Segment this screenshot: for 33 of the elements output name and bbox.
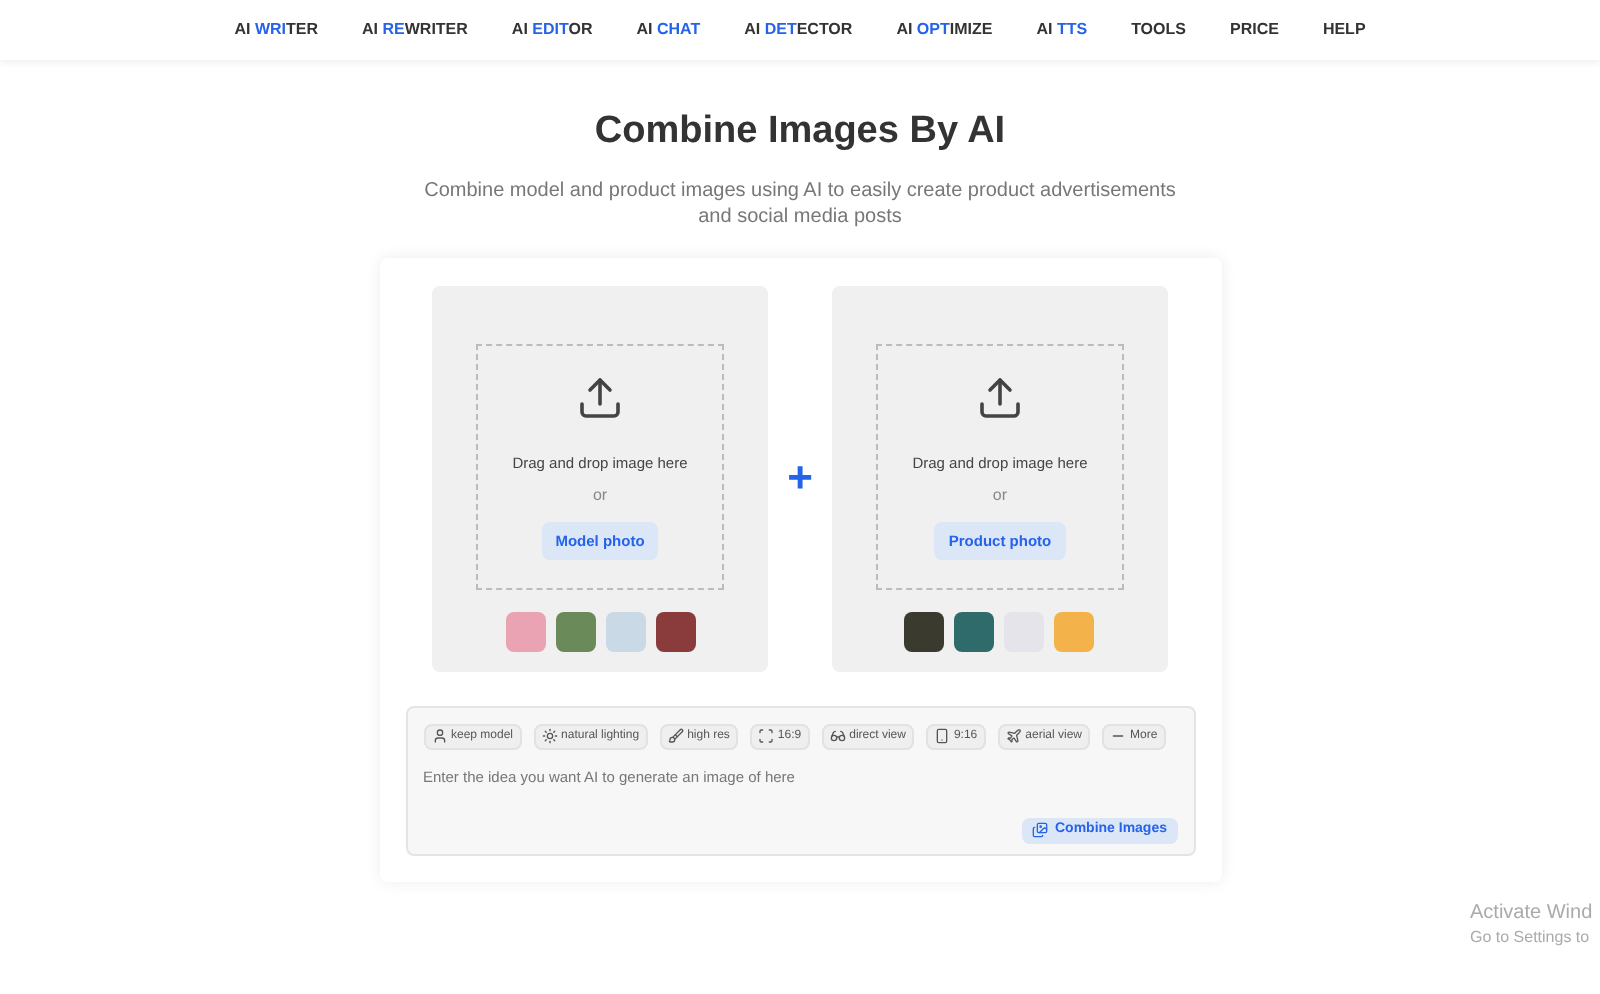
sample-thumbnail[interactable] bbox=[605, 611, 645, 651]
nav-link[interactable]: AI CHAT bbox=[636, 18, 701, 42]
nav-link[interactable]: AI EDITOR bbox=[511, 18, 593, 42]
page-title: Combine Images By AI bbox=[594, 108, 1006, 156]
upload-icon bbox=[975, 373, 1024, 421]
nav-link[interactable]: AI REWRITER bbox=[362, 18, 468, 42]
page-subtitle: Combine model and product images using AI to easily create product advertisements and social media posts bbox=[422, 177, 1178, 229]
sample-thumbnail[interactable] bbox=[555, 611, 595, 651]
sample-thumbnail[interactable] bbox=[505, 611, 545, 651]
person-icon bbox=[431, 728, 447, 744]
sample-thumbnail[interactable] bbox=[954, 611, 995, 651]
os-notice-title: Activate Wind bbox=[1470, 900, 1593, 926]
nav-link[interactable]: AI WRITER bbox=[234, 18, 318, 42]
nav-link[interactable]: PRICE bbox=[1229, 18, 1279, 42]
sample-thumbnail[interactable] bbox=[1054, 611, 1095, 651]
or-text: or bbox=[592, 483, 608, 508]
phone-icon bbox=[933, 728, 950, 744]
sun-icon bbox=[541, 728, 558, 744]
images-icon bbox=[1032, 822, 1049, 838]
or-text: or bbox=[992, 483, 1008, 508]
nav-link[interactable]: AI DETECTOR bbox=[744, 18, 853, 42]
frame-icon bbox=[757, 728, 774, 744]
brush-icon bbox=[667, 728, 684, 744]
os-notice-text: Go to Settings to bbox=[1470, 926, 1592, 950]
sample-thumbnail[interactable] bbox=[655, 611, 695, 651]
upload-icon bbox=[576, 373, 624, 421]
nav-link[interactable]: AI TTS bbox=[1036, 18, 1088, 42]
nav-link[interactable]: AI OPTIMIZE bbox=[896, 18, 993, 42]
nav-link[interactable]: HELP bbox=[1322, 18, 1366, 42]
glasses-icon bbox=[829, 728, 846, 744]
nav-link[interactable]: TOOLS bbox=[1131, 18, 1186, 42]
plus-sign: + bbox=[787, 456, 813, 500]
sample-thumbnail[interactable] bbox=[904, 611, 945, 651]
